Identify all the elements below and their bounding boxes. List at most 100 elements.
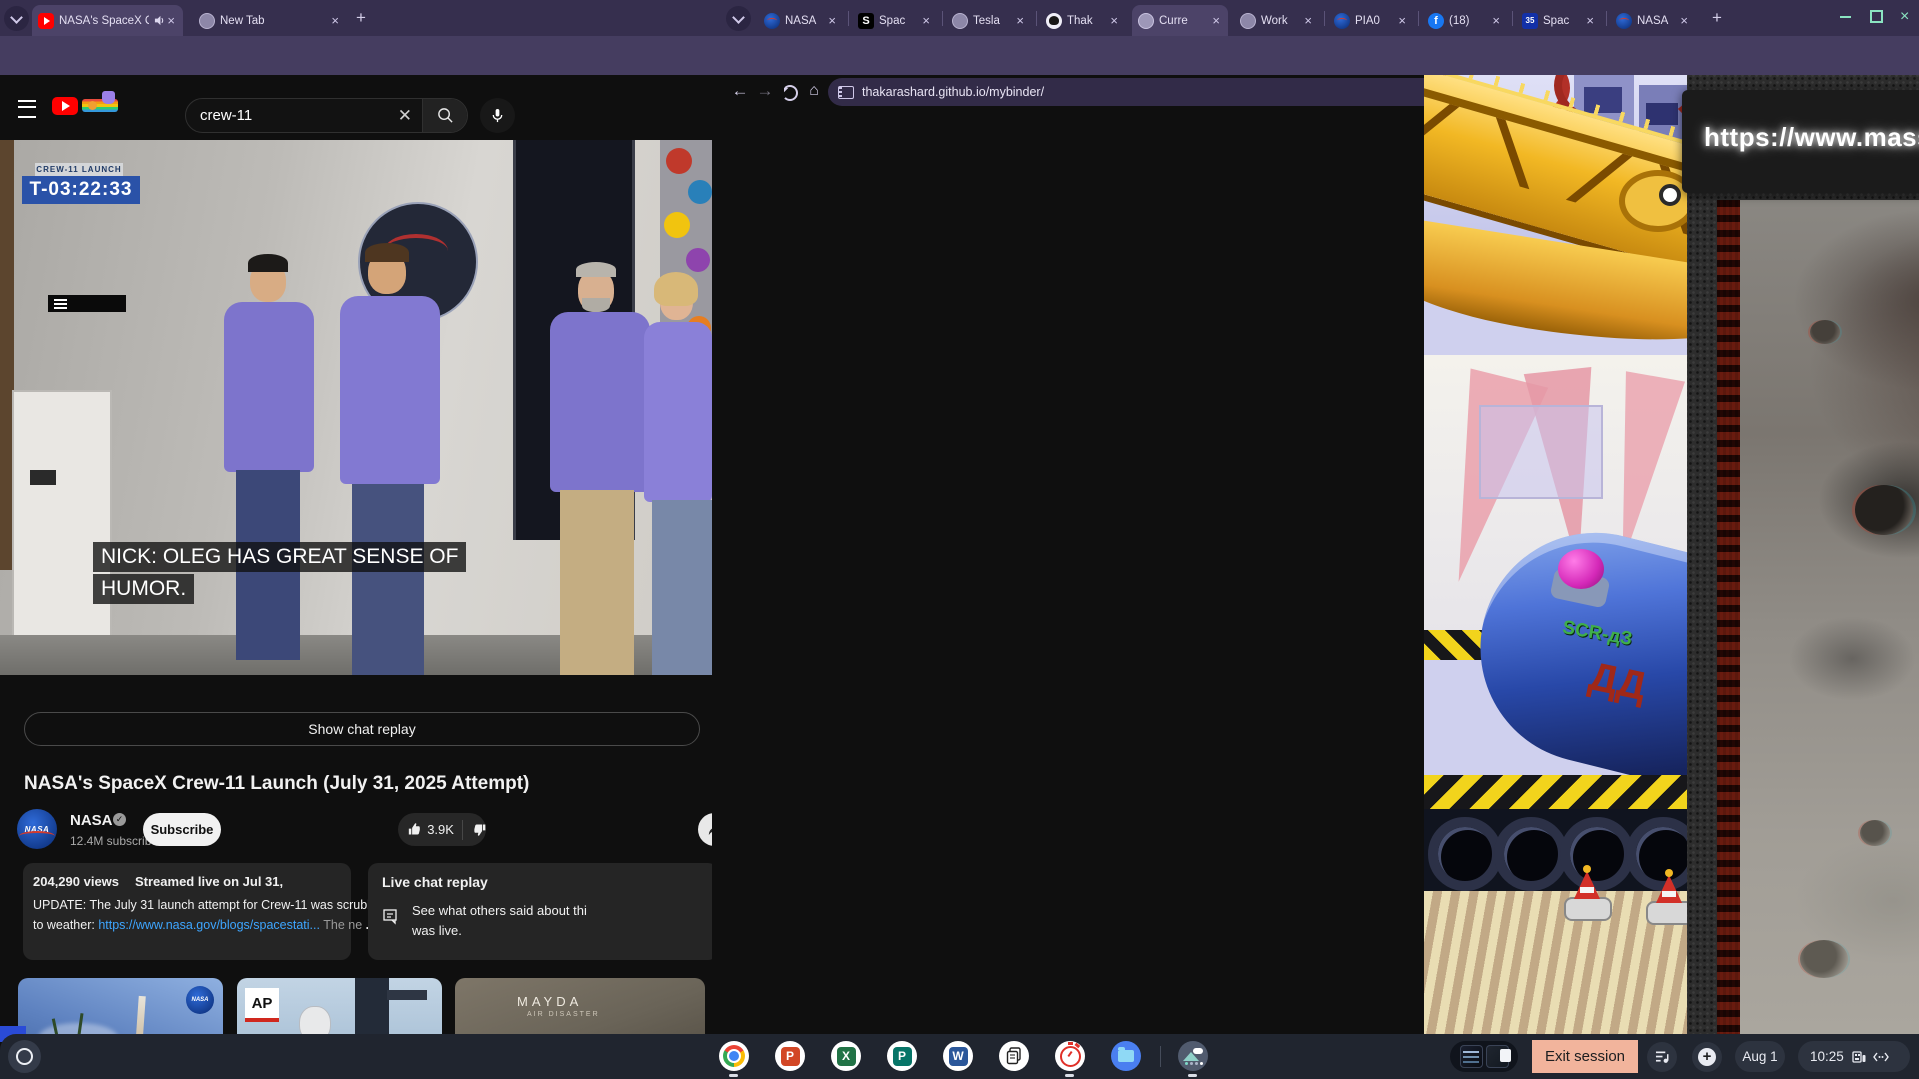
- tab-newtab[interactable]: New Tab ×: [193, 5, 347, 36]
- tab-tesla[interactable]: Tesla×: [946, 5, 1032, 36]
- shelf-timer-icon[interactable]: [1055, 1041, 1085, 1071]
- shelf-chrome-icon[interactable]: [719, 1041, 749, 1071]
- speaker-icon[interactable]: [154, 15, 165, 26]
- overlay-url-text[interactable]: https://www.massappeal.com/: [1704, 122, 1919, 153]
- share-button-partial[interactable]: [698, 813, 712, 846]
- shelf-files-icon[interactable]: [1111, 1041, 1141, 1071]
- close-tab-icon[interactable]: ×: [1302, 14, 1314, 27]
- mission-patch: [688, 180, 712, 204]
- purple-polo: [550, 312, 650, 492]
- close-tab-icon[interactable]: ×: [1014, 14, 1026, 27]
- tab-search-button[interactable]: [4, 6, 29, 31]
- show-chat-replay-button[interactable]: Show chat replay: [24, 712, 700, 746]
- shelf-powerpoint-icon[interactable]: P: [775, 1041, 805, 1071]
- quick-add-button[interactable]: +: [1692, 1042, 1722, 1072]
- hair: [248, 254, 288, 272]
- tab-separator: [848, 11, 849, 26]
- tab-youtube[interactable]: NASA's SpaceX Crew-11 La ×: [32, 5, 183, 36]
- tower-arm: [387, 990, 427, 1000]
- mission-patch: [664, 212, 690, 238]
- exit-session-button[interactable]: Exit session: [1532, 1040, 1638, 1073]
- mars-terrain: [1740, 200, 1919, 1034]
- shelf-word-icon[interactable]: W: [943, 1041, 973, 1071]
- cone-stripe: [1580, 887, 1594, 893]
- voice-search-button[interactable]: [480, 98, 515, 133]
- home-icon[interactable]: ⌂: [802, 80, 826, 102]
- close-tab-icon[interactable]: ×: [1490, 14, 1502, 27]
- mybinder-page: SCR-дЗ ДД: [1424, 75, 1919, 1034]
- close-tab-icon[interactable]: ×: [1584, 14, 1596, 27]
- shelf-excel-icon[interactable]: X: [831, 1041, 861, 1071]
- screen-capture-preview[interactable]: [1450, 1041, 1518, 1072]
- youtube-logo[interactable]: [52, 97, 78, 115]
- clear-search-icon[interactable]: ✕: [398, 106, 412, 126]
- tab-current-active[interactable]: Curre×: [1132, 5, 1228, 36]
- blonde-hair: [654, 272, 698, 306]
- related-thumbnail-3[interactable]: MAYDA AIR DISASTER: [455, 978, 705, 1034]
- related-thumbnail-1[interactable]: NASA: [18, 978, 223, 1034]
- related-thumbnail-2[interactable]: AP: [237, 978, 442, 1034]
- purple-polo: [224, 302, 314, 472]
- status-tray[interactable]: 10:25: [1798, 1041, 1910, 1072]
- new-tab-button[interactable]: +: [356, 8, 366, 28]
- channel-name[interactable]: NASA: [70, 812, 113, 829]
- new-tab-button[interactable]: +: [1712, 8, 1722, 28]
- mission-patch: [666, 148, 692, 174]
- video-player[interactable]: CREW-11 LAUNCH T-03:22:33 NICK: OLEG HAS…: [0, 140, 712, 675]
- launcher-button[interactable]: [8, 1040, 41, 1073]
- youtube-header: crew-11 ✕: [0, 75, 712, 140]
- gray-hair: [576, 262, 616, 277]
- search-button[interactable]: [423, 99, 467, 132]
- shelf-copy-document-icon[interactable]: [999, 1041, 1029, 1071]
- close-tab-icon[interactable]: ×: [165, 14, 177, 27]
- maximize-icon[interactable]: [1870, 10, 1883, 23]
- tab-nasa[interactable]: NASA×: [758, 5, 844, 36]
- hamburger-menu-icon[interactable]: [18, 100, 36, 118]
- description-card[interactable]: 204,290 views Streamed live on Jul 31, U…: [23, 863, 351, 960]
- search-box[interactable]: crew-11 ✕: [185, 98, 468, 133]
- tab-search-button[interactable]: [726, 6, 751, 31]
- calendar-pill[interactable]: Aug 1: [1735, 1041, 1785, 1072]
- channel-avatar[interactable]: NASA: [17, 809, 57, 849]
- mars-image[interactable]: [1717, 200, 1919, 1034]
- close-tab-icon[interactable]: ×: [1108, 14, 1120, 27]
- close-tab-icon[interactable]: ×: [1396, 14, 1408, 27]
- description-link[interactable]: https://www.nasa.gov/blogs/spacestati...: [98, 918, 320, 932]
- browser-window-left: NASA's SpaceX Crew-11 La × New Tab × + ←…: [0, 0, 712, 1034]
- forward-icon[interactable]: →: [753, 80, 777, 102]
- playlist-icon: [1655, 1050, 1670, 1064]
- search-icon: [437, 107, 454, 124]
- thumbs-up-icon[interactable]: [408, 822, 421, 837]
- youtube-page: crew-11 ✕: [0, 75, 712, 1034]
- tab-github[interactable]: Thak×: [1040, 5, 1126, 36]
- close-window-icon[interactable]: ×: [1900, 10, 1909, 24]
- tab-work[interactable]: Work×: [1234, 5, 1320, 36]
- tab-pia[interactable]: PIA0×: [1328, 5, 1414, 36]
- countdown-timer: T-03:22:33: [22, 176, 140, 204]
- close-tab-icon[interactable]: ×: [826, 14, 838, 27]
- search-input[interactable]: crew-11: [200, 107, 398, 124]
- show-chat-replay-label: Show chat replay: [308, 721, 415, 737]
- tab-nasa-2[interactable]: NASA×: [1610, 5, 1696, 36]
- badge-text: NASA: [191, 997, 208, 1003]
- tab-facebook[interactable]: f (18)×: [1422, 5, 1508, 36]
- media-controls-button[interactable]: [1647, 1042, 1677, 1072]
- close-tab-icon[interactable]: ×: [920, 14, 932, 27]
- tab-spacex[interactable]: S Spac×: [852, 5, 938, 36]
- ime-icon: [1852, 1051, 1866, 1063]
- chat-body-line: was live.: [412, 923, 462, 938]
- thumbs-down-icon[interactable]: [473, 822, 486, 837]
- shelf-gallery-icon[interactable]: [1178, 1041, 1208, 1071]
- close-tab-icon[interactable]: ×: [1678, 14, 1690, 27]
- subscribe-button[interactable]: Subscribe: [143, 813, 221, 846]
- back-icon[interactable]: ←: [728, 80, 752, 102]
- cone-body: [1574, 871, 1600, 899]
- live-chat-card[interactable]: Live chat replay See what others said ab…: [368, 863, 712, 960]
- reload-icon[interactable]: [782, 85, 798, 101]
- close-tab-icon[interactable]: ×: [329, 14, 341, 27]
- tab-fox35[interactable]: 35 Spac×: [1516, 5, 1602, 36]
- close-tab-icon[interactable]: ×: [1210, 14, 1222, 27]
- minimize-icon[interactable]: [1840, 16, 1851, 18]
- shelf-publisher-icon[interactable]: P: [887, 1041, 917, 1071]
- nasa-swoosh: [1619, 18, 1629, 23]
